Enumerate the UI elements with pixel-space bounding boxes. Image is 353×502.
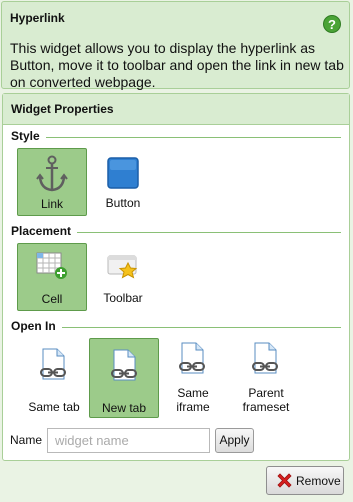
style-option-button-label: Button <box>105 196 141 210</box>
open-in-option-parent-frameset[interactable]: Parent frameset <box>229 338 303 418</box>
placement-section-label: Placement <box>11 224 341 240</box>
placement-option-toolbar-label: Toolbar <box>103 291 143 305</box>
placement-option-cell[interactable]: Cell <box>17 243 87 311</box>
page-link-icon <box>179 342 205 374</box>
style-option-link[interactable]: Link <box>17 148 87 216</box>
remove-x-icon <box>277 473 292 488</box>
style-section-label: Style <box>11 129 341 145</box>
widget-description: This widget allows you to display the hy… <box>10 40 344 90</box>
open-in-option-same-tab[interactable]: Same tab <box>17 338 91 418</box>
open-in-option-same-iframe-label-line2: iframe <box>176 400 210 414</box>
open-in-option-new-tab[interactable]: New tab <box>89 338 159 418</box>
apply-button[interactable]: Apply <box>215 428 254 453</box>
help-icon[interactable]: ? <box>323 15 341 33</box>
placement-option-cell-label: Cell <box>41 292 63 306</box>
open-in-option-same-iframe[interactable]: Same iframe <box>161 338 225 418</box>
grid-cell-add-icon <box>36 252 67 279</box>
style-option-link-label: Link <box>40 197 63 211</box>
widget-properties-header: Widget Properties <box>3 94 349 125</box>
page-link-icon <box>40 348 66 380</box>
open-in-section-label: Open In <box>11 319 341 335</box>
open-in-option-same-tab-label: Same tab <box>28 400 80 414</box>
remove-button-label: Remove <box>296 474 341 488</box>
placement-option-toolbar[interactable]: Toolbar <box>91 243 155 311</box>
blue-square-button-icon <box>107 157 139 189</box>
page-link-icon <box>111 349 137 381</box>
widget-name-input[interactable] <box>47 428 210 453</box>
open-in-option-parent-frameset-label-line2: frameset <box>242 400 290 414</box>
name-label: Name <box>10 433 43 447</box>
open-in-option-parent-frameset-label-line1: Parent <box>248 386 284 400</box>
toolbar-star-icon <box>107 255 138 279</box>
remove-button[interactable]: Remove <box>266 466 344 495</box>
anchor-icon <box>36 155 68 192</box>
name-row: Name Apply <box>9 428 349 454</box>
style-option-button[interactable]: Button <box>91 148 155 216</box>
widget-title: Hyperlink <box>10 11 65 25</box>
widget-info-panel: Hyperlink ? This widget allows you to di… <box>1 1 350 90</box>
widget-properties-panel: Widget Properties Style Link Button Plac… <box>2 93 350 461</box>
page-link-icon <box>252 342 278 374</box>
open-in-option-new-tab-label: New tab <box>101 401 147 415</box>
open-in-option-same-iframe-label-line1: Same <box>177 386 209 400</box>
